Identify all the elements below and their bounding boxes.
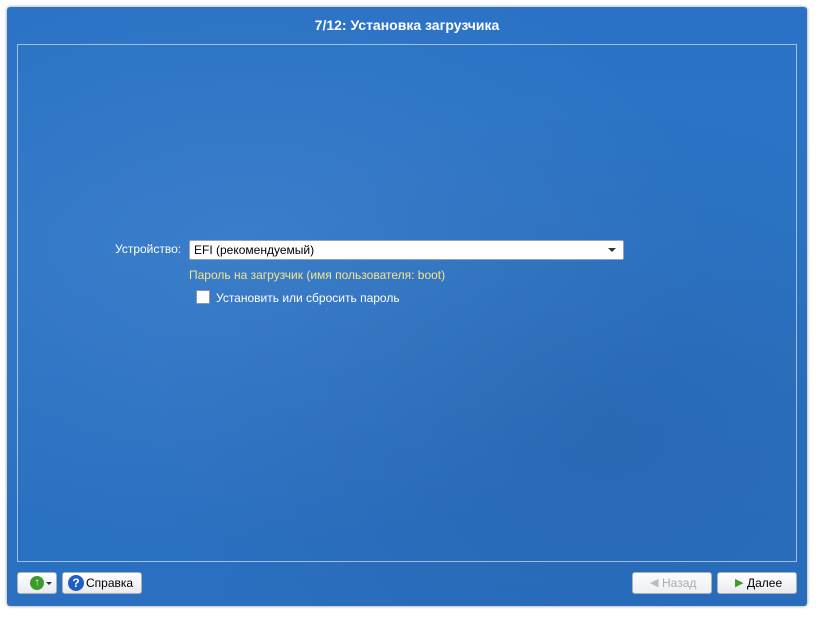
device-select[interactable]: EFI (рекомендуемый)	[189, 240, 624, 260]
help-button[interactable]: ? Справка	[62, 572, 142, 594]
chevron-down-icon	[608, 248, 616, 252]
chevron-left-icon: ◀	[650, 577, 659, 589]
next-button[interactable]: ▶ Далее	[717, 572, 797, 594]
question-icon: ?	[68, 575, 84, 591]
up-menu-button[interactable]: ↑	[17, 572, 57, 594]
installer-window: 7/12: Установка загрузчика Устройство: E…	[7, 7, 807, 606]
set-password-checkbox[interactable]	[196, 290, 210, 304]
device-select-value: EFI (рекомендуемый)	[194, 243, 315, 257]
chevron-right-icon: ▶	[735, 577, 744, 589]
window-title: 7/12: Установка загрузчика	[314, 17, 500, 33]
device-label: Устройство:	[115, 242, 182, 256]
back-button[interactable]: ◀ Назад	[632, 572, 712, 594]
caret-down-icon	[46, 582, 52, 585]
password-hint: Пароль на загрузчик (имя пользователя: b…	[189, 268, 446, 282]
set-password-label[interactable]: Установить или сбросить пароль	[216, 291, 400, 305]
back-button-label: Назад	[662, 576, 697, 590]
content-frame	[17, 44, 797, 562]
next-button-label: Далее	[747, 576, 783, 590]
up-arrow-icon: ↑	[30, 576, 44, 590]
help-button-label: Справка	[86, 576, 134, 590]
